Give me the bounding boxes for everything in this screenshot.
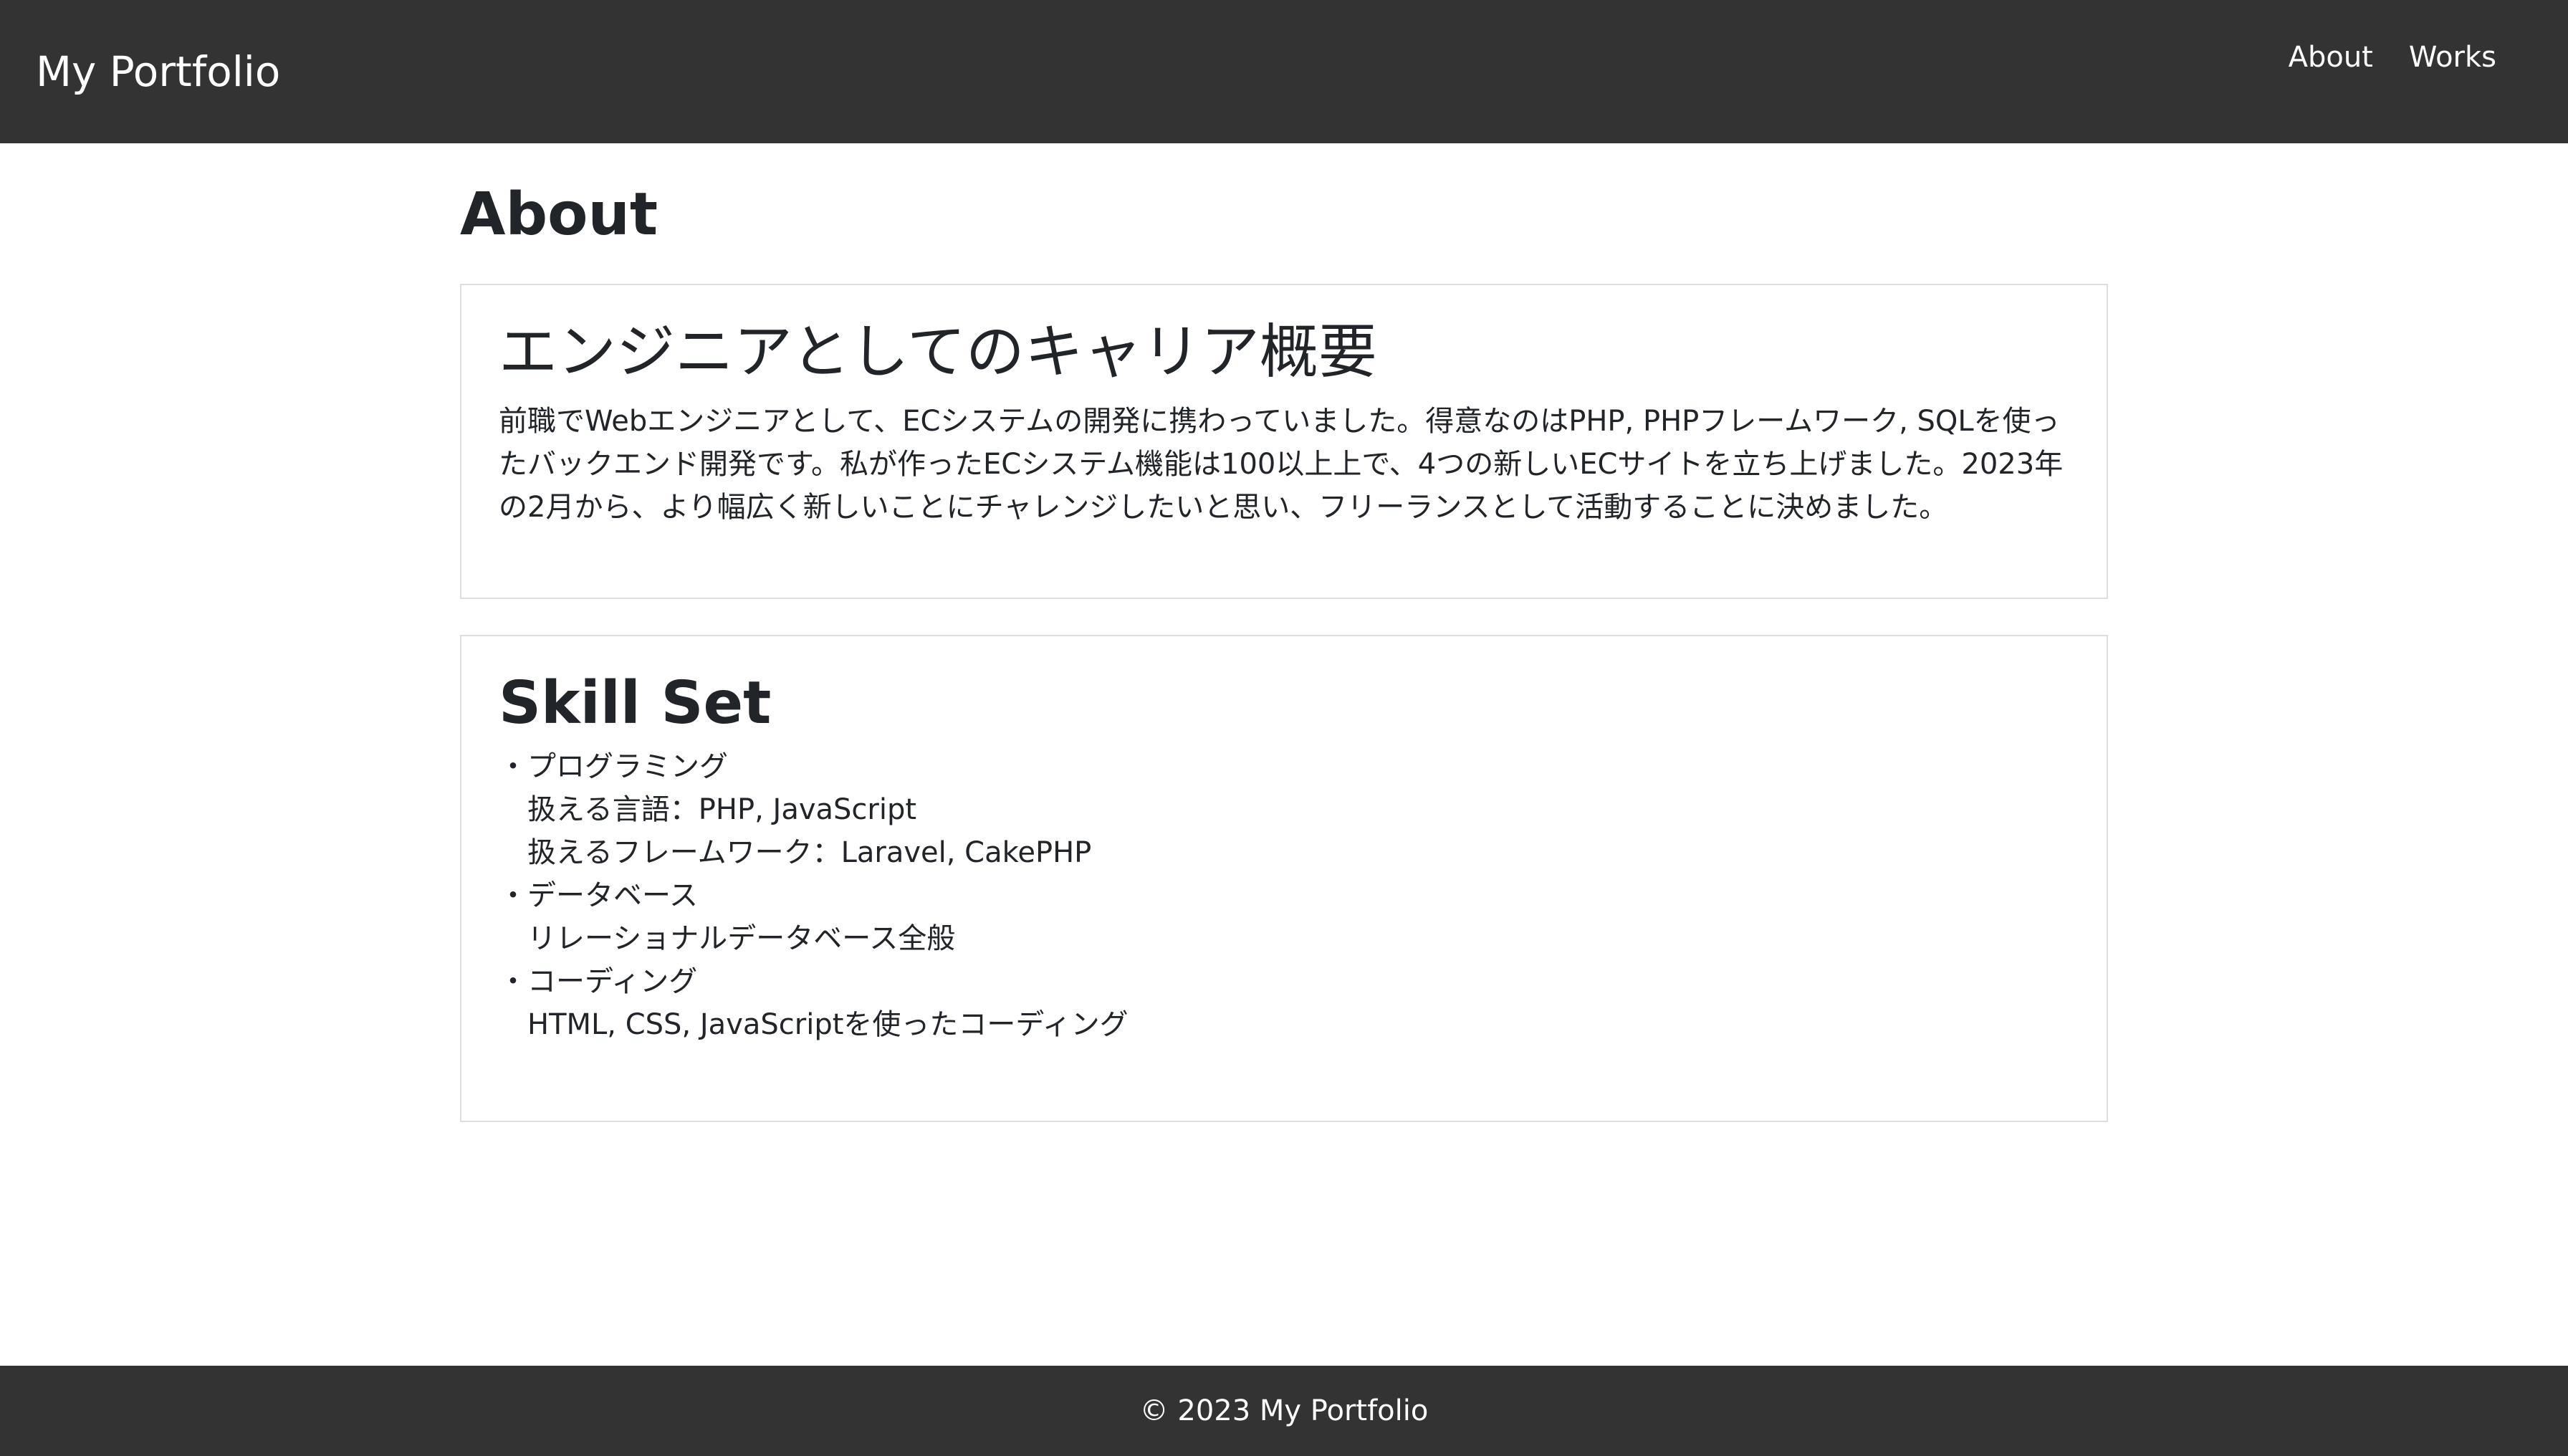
skill-detail: HTML, CSS, JavaScriptを使ったコーディング (527, 1008, 1129, 1041)
page: My Portfolio About Works About エンジニアとしての… (0, 0, 2568, 1456)
footer-copyright: © 2023 My Portfolio (1139, 1394, 1429, 1427)
skill-detail: 扱える言語：PHP, JavaScript (527, 793, 917, 826)
nav-link-works[interactable]: Works (2409, 37, 2496, 77)
navbar: My Portfolio About Works (0, 0, 2568, 143)
skill-title: ・プログラミング (499, 750, 728, 783)
career-heading: エンジニアとしてのキャリア概要 (499, 318, 1377, 386)
nav-links: About Works (2289, 37, 2496, 77)
page-title: About (460, 181, 658, 249)
skill-title: ・データベース (499, 879, 698, 912)
career-description: 前職でWebエンジニアとして、ECシステムの開発に携わっていました。得意なのはP… (499, 405, 2064, 524)
brand-link[interactable]: My Portfolio (36, 46, 280, 97)
skill-item-programming: ・プログラミング 扱える言語：PHP, JavaScript 扱えるフレームワー… (499, 745, 1129, 874)
skills-heading: Skill Set (499, 669, 772, 737)
footer: © 2023 My Portfolio (0, 1366, 2568, 1456)
skill-detail: 扱えるフレームワーク：Laravel, CakePHP (527, 836, 1092, 869)
nav-link-about[interactable]: About (2289, 37, 2373, 77)
career-card: エンジニアとしてのキャリア概要 前職でWebエンジニアとして、ECシステムの開発… (460, 284, 2108, 599)
skill-item-coding: ・コーディング HTML, CSS, JavaScriptを使ったコーディング (499, 960, 1129, 1046)
skill-list: ・プログラミング 扱える言語：PHP, JavaScript 扱えるフレームワー… (499, 745, 1129, 1046)
skill-title: ・コーディング (499, 965, 698, 998)
skills-card: Skill Set ・プログラミング 扱える言語：PHP, JavaScript… (460, 635, 2108, 1122)
skill-item-database: ・データベース リレーショナルデータベース全般 (499, 874, 1129, 960)
skill-detail: リレーショナルデータベース全般 (527, 922, 956, 955)
